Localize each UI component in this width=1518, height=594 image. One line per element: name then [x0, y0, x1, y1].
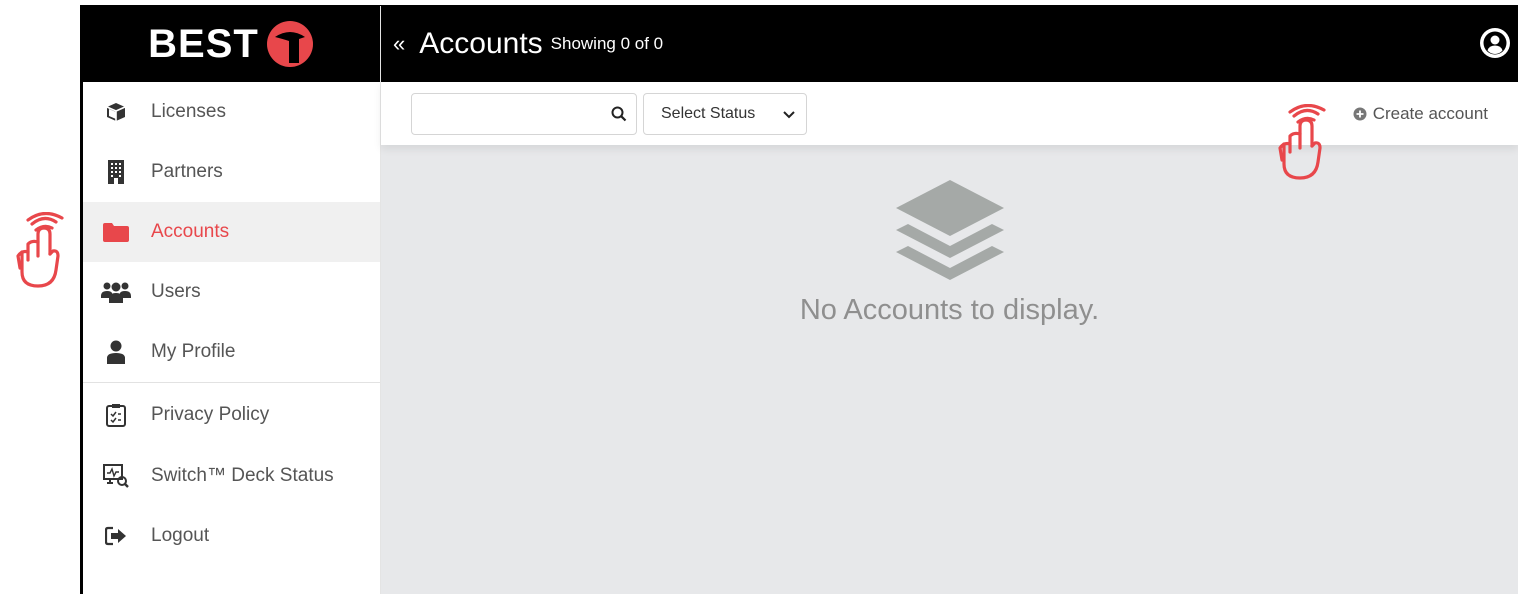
sidebar-item-accounts[interactable]: Accounts [83, 202, 380, 262]
create-account-button[interactable]: Create account [1353, 104, 1488, 124]
page-title: Accounts [419, 27, 543, 60]
brand-name: BEST [148, 21, 259, 66]
results-count: Showing 0 of 0 [550, 34, 664, 53]
header-bar: « Accounts Showing 0 of 0 [381, 6, 1518, 82]
sidebar-item-label: Logout [151, 525, 210, 546]
sidebar-item-label: Licenses [151, 101, 226, 122]
search-field [411, 92, 637, 135]
collapse-sidebar-button[interactable]: « [393, 31, 405, 57]
sidebar-item-my-profile[interactable]: My Profile [83, 322, 380, 382]
pointer-hand-icon [16, 212, 64, 288]
search-input[interactable] [412, 93, 592, 134]
sidebar-item-switch-deck-status[interactable]: Switch™ Deck Status [83, 446, 380, 506]
sidebar-item-label: Switch™ Deck Status [151, 465, 334, 486]
layers-icon [895, 180, 1004, 280]
building-icon [101, 157, 131, 187]
logout-icon [101, 521, 131, 551]
cube-icon [101, 97, 131, 127]
toolbar: Select Status Create account [381, 82, 1518, 145]
brand-logo[interactable]: BEST [83, 6, 380, 82]
main-content: « Accounts Showing 0 of 0 Select Status [381, 6, 1518, 594]
folder-icon [101, 217, 131, 247]
monitor-search-icon [101, 461, 131, 491]
empty-state: No Accounts to display. [381, 172, 1518, 327]
sidebar-item-users[interactable]: Users [83, 262, 380, 322]
sidebar-item-licenses[interactable]: Licenses [83, 82, 380, 142]
empty-state-message: No Accounts to display. [799, 294, 1100, 326]
sidebar-item-partners[interactable]: Partners [83, 142, 380, 202]
account-menu-icon[interactable] [1478, 26, 1512, 60]
chevron-down-icon [783, 110, 795, 118]
sidebar-item-label: Partners [151, 161, 223, 182]
create-account-label: Create account [1372, 104, 1488, 123]
sidebar-item-logout[interactable]: Logout [83, 506, 380, 566]
sidebar-item-label: Accounts [151, 221, 230, 242]
plus-circle-icon [1353, 107, 1367, 121]
pointer-hand-icon [1278, 104, 1326, 180]
clipboard-icon [101, 400, 131, 430]
status-select-value: Select Status [661, 104, 756, 122]
search-icon[interactable] [610, 105, 628, 123]
user-icon [101, 337, 131, 367]
sidebar-item-label: My Profile [151, 341, 236, 362]
sidebar-item-label: Users [151, 281, 201, 302]
sidebar-item-privacy-policy[interactable]: Privacy Policy [83, 382, 380, 446]
users-icon [101, 277, 131, 307]
app-window: BEST Licenses Partners Accounts Users My… [80, 5, 1518, 594]
status-select[interactable]: Select Status [643, 92, 807, 135]
sidebar: BEST Licenses Partners Accounts Users My… [83, 6, 381, 594]
brand-mark-icon [266, 21, 313, 67]
sidebar-item-label: Privacy Policy [151, 403, 270, 425]
